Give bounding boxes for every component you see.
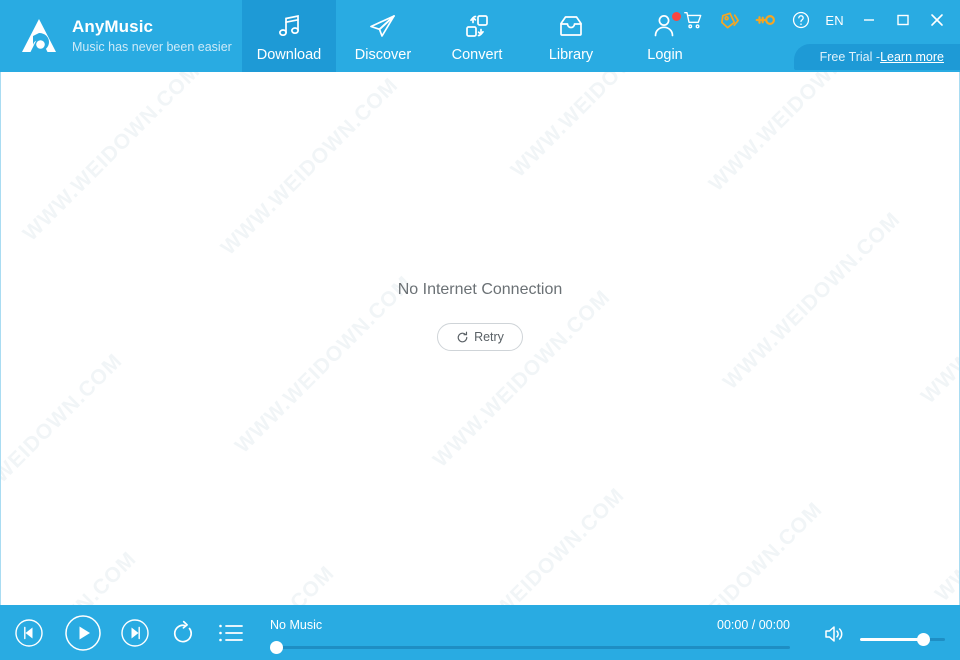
tab-label: Library xyxy=(548,47,594,63)
empty-state: No Internet Connection Retry xyxy=(1,72,959,605)
tab-library[interactable]: Library xyxy=(524,0,618,72)
close-icon[interactable] xyxy=(920,3,954,37)
main-content: WWW.WEIDOWN.COM WWW.WEIDOWN.COMWWW.WEIDOW… xyxy=(0,72,960,605)
titlebar-controls: EN xyxy=(677,0,960,40)
volume-fill xyxy=(860,638,924,641)
tab-convert[interactable]: Convert xyxy=(430,0,524,72)
app-header: AnyMusic Music has never been easier Dow… xyxy=(0,0,960,72)
speaker-icon[interactable] xyxy=(822,623,846,645)
anymusic-window: AnyMusic Music has never been easier Dow… xyxy=(0,0,960,660)
tab-download[interactable]: Download xyxy=(242,0,336,72)
learn-more-link[interactable]: Learn more xyxy=(880,50,944,64)
retry-label: Retry xyxy=(474,330,504,344)
language-selector[interactable]: EN xyxy=(825,13,844,28)
anymusic-logo-icon xyxy=(16,13,62,59)
tab-label: Download xyxy=(256,47,322,63)
volume-slider[interactable] xyxy=(860,633,945,646)
minimize-icon[interactable] xyxy=(852,3,886,37)
track-time: 00:00 / 00:00 xyxy=(717,618,790,632)
tab-label: Discover xyxy=(354,47,412,63)
tab-discover[interactable]: Discover xyxy=(336,0,430,72)
free-trial-prefix: Free Trial - xyxy=(819,50,881,64)
paper-plane-icon xyxy=(368,11,398,41)
track-title: No Music xyxy=(270,618,323,632)
progress-knob[interactable] xyxy=(270,641,283,654)
tab-label: Convert xyxy=(451,47,503,63)
no-connection-message: No Internet Connection xyxy=(397,281,563,298)
app-tagline: Music has never been easier xyxy=(72,39,232,54)
free-trial-ribbon[interactable]: Free Trial - Learn more xyxy=(793,44,960,70)
brand-text: AnyMusic Music has never been easier xyxy=(72,17,232,56)
play-button[interactable] xyxy=(64,614,102,652)
player-bar: No Music 00:00 / 00:00 xyxy=(0,605,960,660)
music-note-icon xyxy=(275,11,303,41)
progress-slider[interactable] xyxy=(270,646,790,649)
playlist-button[interactable] xyxy=(216,619,246,647)
brand-area: AnyMusic Music has never been easier xyxy=(0,0,242,72)
retry-button[interactable]: Retry xyxy=(437,323,523,351)
main-nav: Download Discover Convert Library Login xyxy=(242,0,712,72)
volume-knob[interactable] xyxy=(917,633,931,646)
app-title: AnyMusic xyxy=(72,16,154,36)
convert-squares-icon xyxy=(463,11,491,41)
refresh-icon xyxy=(456,331,469,344)
discount-tag-icon[interactable] xyxy=(713,4,745,36)
key-icon[interactable] xyxy=(749,4,781,36)
cart-icon[interactable] xyxy=(677,4,709,36)
inbox-tray-icon xyxy=(557,11,585,41)
tab-label: Login xyxy=(647,47,683,63)
help-icon[interactable] xyxy=(785,4,817,36)
track-area: No Music 00:00 / 00:00 xyxy=(270,617,790,654)
maximize-icon[interactable] xyxy=(886,3,920,37)
previous-button[interactable] xyxy=(14,618,44,648)
repeat-button[interactable] xyxy=(168,618,198,648)
next-button[interactable] xyxy=(120,618,150,648)
